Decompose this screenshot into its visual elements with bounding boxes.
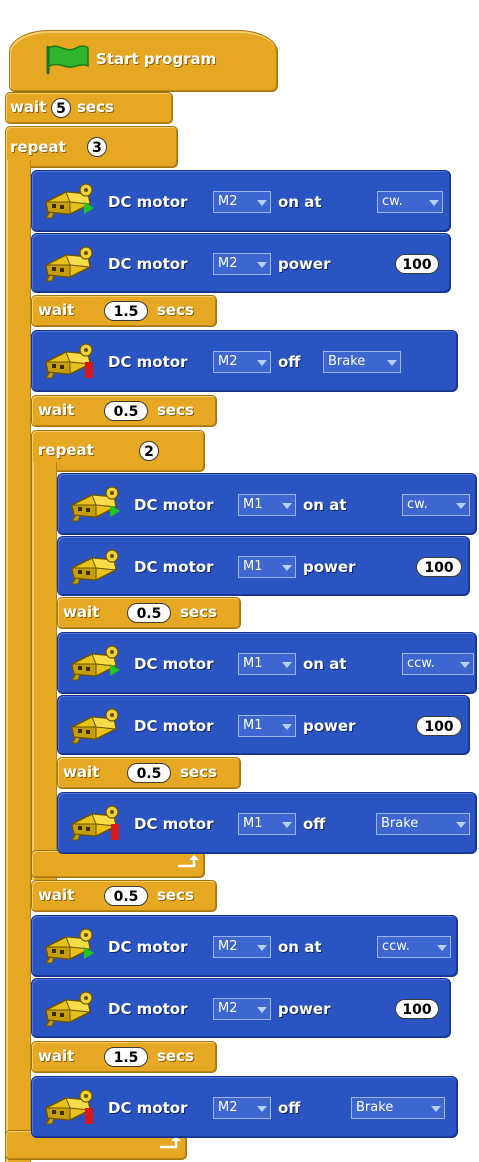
power-input[interactable]: 100 — [416, 557, 462, 577]
direction-select[interactable]: cw. — [402, 494, 470, 516]
motor-select[interactable]: M2 — [213, 936, 271, 958]
wait-label: wait — [10, 98, 47, 116]
power-label: power — [278, 255, 331, 273]
direction-select[interactable]: ccw. — [402, 653, 474, 675]
power-input[interactable]: 100 — [416, 716, 462, 736]
secs-label: secs — [157, 301, 194, 319]
dc-motor-label: DC motor — [108, 1099, 188, 1117]
brake-mode-select[interactable]: Brake — [376, 813, 470, 835]
on-at-label: on at — [303, 655, 347, 673]
on-at-label: on at — [278, 193, 322, 211]
wait-label: wait — [38, 1047, 75, 1065]
wait-label: wait — [63, 763, 100, 781]
repeat-arm — [5, 160, 31, 1162]
power-input[interactable]: 100 — [395, 254, 439, 274]
motor-select[interactable]: M1 — [238, 653, 296, 675]
wait-seconds-input[interactable]: 5 — [51, 98, 71, 118]
motor-select[interactable]: M2 — [213, 253, 271, 275]
off-label: off — [278, 1099, 301, 1117]
secs-label: secs — [77, 98, 114, 116]
dc-motor-label: DC motor — [134, 655, 214, 673]
dc-motor-label: DC motor — [134, 717, 214, 735]
secs-label: secs — [157, 886, 194, 904]
loop-arrow-icon — [178, 855, 199, 868]
dc-motor-label: DC motor — [108, 938, 188, 956]
motor-on-icon — [71, 486, 120, 522]
repeat-label: repeat — [38, 441, 94, 459]
hat-label: Start program — [96, 50, 217, 68]
wait-seconds-input[interactable]: 1.5 — [104, 301, 148, 321]
repeat-count-input[interactable]: 3 — [87, 137, 107, 157]
power-input[interactable]: 100 — [395, 999, 439, 1019]
motor-on-icon — [45, 183, 94, 219]
repeat-label: repeat — [10, 138, 66, 156]
wait-label: wait — [38, 301, 75, 319]
motor-select[interactable]: M2 — [213, 1097, 271, 1119]
wait-seconds-input[interactable]: 0.5 — [104, 401, 148, 421]
motor-select[interactable]: M2 — [213, 351, 271, 373]
wait-label: wait — [38, 401, 75, 419]
wait-seconds-input[interactable]: 0.5 — [104, 886, 148, 906]
on-at-label: on at — [278, 938, 322, 956]
motor-select[interactable]: M1 — [238, 715, 296, 737]
motor-off-icon — [71, 805, 119, 841]
dc-motor-label: DC motor — [108, 193, 188, 211]
motor-on-icon — [71, 645, 120, 681]
direction-select[interactable]: cw. — [377, 191, 443, 213]
motor-icon — [71, 549, 119, 585]
motor-off-icon — [45, 343, 93, 379]
dc-motor-label: DC motor — [108, 255, 188, 273]
secs-label: secs — [180, 603, 217, 621]
motor-select[interactable]: M2 — [213, 998, 271, 1020]
loop-arrow-icon — [160, 1136, 181, 1149]
wait-seconds-input[interactable]: 0.5 — [127, 763, 171, 783]
wait-seconds-input[interactable]: 1.5 — [104, 1047, 148, 1067]
secs-label: secs — [157, 1047, 194, 1065]
dc-motor-label: DC motor — [108, 353, 188, 371]
motor-select[interactable]: M2 — [213, 191, 271, 213]
wait-seconds-input[interactable]: 0.5 — [127, 603, 171, 623]
dc-motor-label: DC motor — [134, 496, 214, 514]
motor-icon — [45, 246, 93, 282]
off-label: off — [303, 815, 326, 833]
dc-motor-label: DC motor — [134, 815, 214, 833]
direction-select[interactable]: ccw. — [377, 936, 451, 958]
brake-mode-select[interactable]: Brake — [323, 351, 401, 373]
motor-select[interactable]: M1 — [238, 813, 296, 835]
motor-select[interactable]: M1 — [238, 556, 296, 578]
green-flag-icon — [46, 45, 89, 74]
off-label: off — [278, 353, 301, 371]
power-label: power — [278, 1000, 331, 1018]
motor-off-icon — [45, 1089, 93, 1125]
wait-label: wait — [63, 603, 100, 621]
motor-on-icon — [45, 928, 94, 964]
power-label: power — [303, 558, 356, 576]
on-at-label: on at — [303, 496, 347, 514]
motor-select[interactable]: M1 — [238, 494, 296, 516]
secs-label: secs — [180, 763, 217, 781]
secs-label: secs — [157, 401, 194, 419]
dc-motor-label: DC motor — [134, 558, 214, 576]
motor-icon — [45, 991, 93, 1027]
motor-icon — [71, 708, 119, 744]
repeat-arm — [31, 462, 57, 880]
power-label: power — [303, 717, 356, 735]
brake-mode-select[interactable]: Brake — [351, 1097, 445, 1119]
repeat-count-input[interactable]: 2 — [139, 441, 159, 461]
wait-label: wait — [38, 886, 75, 904]
dc-motor-label: DC motor — [108, 1000, 188, 1018]
